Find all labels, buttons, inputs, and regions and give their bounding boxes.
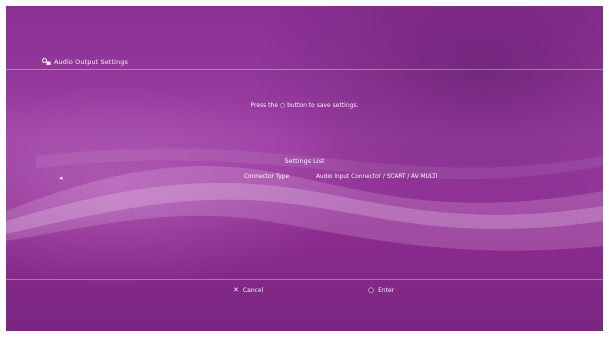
screen-header: Audio Output Settings <box>42 58 128 66</box>
cross-button-icon: ✕ <box>233 286 239 294</box>
header-divider <box>6 69 603 70</box>
enter-button[interactable]: ○ Enter <box>368 286 394 294</box>
setting-value[interactable]: Audio Input Connector / SCART / AV MULTI <box>316 174 438 180</box>
circle-button-icon: ○ <box>368 286 375 294</box>
left-arrow-icon[interactable]: ◂ <box>59 174 63 182</box>
cancel-label: Cancel <box>242 286 264 294</box>
setting-label: Connector Type <box>244 174 290 180</box>
footer-divider <box>6 279 603 280</box>
enter-label: Enter <box>378 286 395 294</box>
cancel-button[interactable]: ✕ Cancel <box>233 286 263 294</box>
background-wave <box>6 148 603 251</box>
setting-row-connector-type[interactable]: ◂ Connector Type Audio Input Connector /… <box>6 174 603 186</box>
header-title: Audio Output Settings <box>54 58 128 66</box>
save-hint-text: Press the ○ button to save settings. <box>250 102 359 109</box>
audio-settings-icon <box>42 58 51 65</box>
ps3-settings-screen: Audio Output Settings Press the ○ button… <box>6 6 603 331</box>
settings-list-title: Settings List <box>284 157 325 165</box>
